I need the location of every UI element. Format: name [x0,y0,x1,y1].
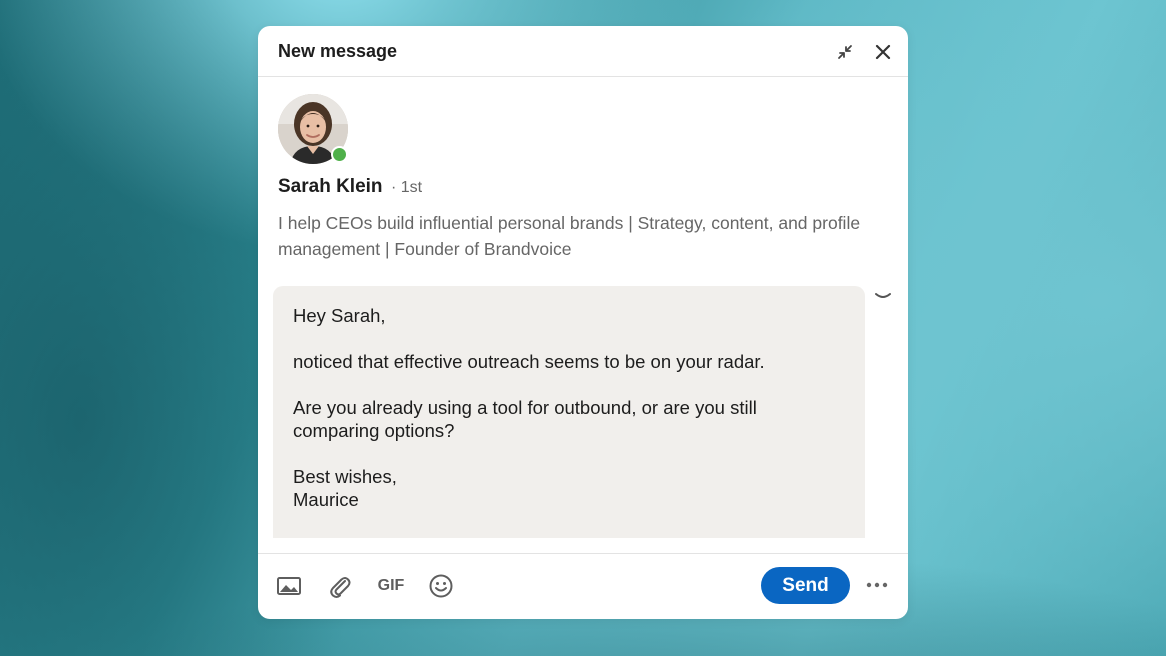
dialog-header: New message [258,26,908,77]
message-signature: Maurice [293,489,359,510]
message-closing: Best wishes, [293,466,397,487]
message-toolbar: GIF Send [258,553,908,619]
gif-button[interactable]: GIF [375,572,407,600]
message-line-1: noticed that effective outreach seems to… [293,351,765,372]
image-icon [277,577,301,595]
attach-image-button[interactable] [275,572,303,600]
emoji-icon [429,574,453,598]
collapse-editor-button[interactable] [870,284,896,310]
online-status-indicator [331,146,348,163]
recipient-headline: I help CEOs build influential personal b… [278,213,861,259]
paperclip-icon [330,577,351,598]
minimize-arrows-icon [838,45,852,59]
message-line-2: Are you already using a tool for outboun… [293,397,757,441]
send-button[interactable]: Send [761,567,850,604]
more-options-button[interactable] [864,572,890,598]
close-button[interactable] [870,39,896,65]
recipient-name[interactable]: Sarah Klein [278,176,383,197]
message-greeting: Hey Sarah, [293,305,386,326]
connection-degree: · 1st [391,179,423,196]
minimize-button[interactable] [832,39,858,65]
recipient-name-row: Sarah Klein · 1st [278,176,422,198]
message-signoff: Best wishes, Maurice [293,465,843,511]
more-horizontal-icon [866,582,888,588]
message-input[interactable]: Hey Sarah, noticed that effective outrea… [273,286,865,538]
new-message-dialog: New message Sarah Klein · 1st I help CEO… [258,26,908,619]
close-icon [875,44,891,60]
dialog-title: New message [278,41,398,61]
emoji-button[interactable] [427,572,455,600]
attach-file-button[interactable] [326,572,354,600]
chevron-down-icon [875,293,891,298]
recipient-avatar-wrapper[interactable] [278,94,350,166]
message-body[interactable]: Hey Sarah, noticed that effective outrea… [293,304,843,511]
